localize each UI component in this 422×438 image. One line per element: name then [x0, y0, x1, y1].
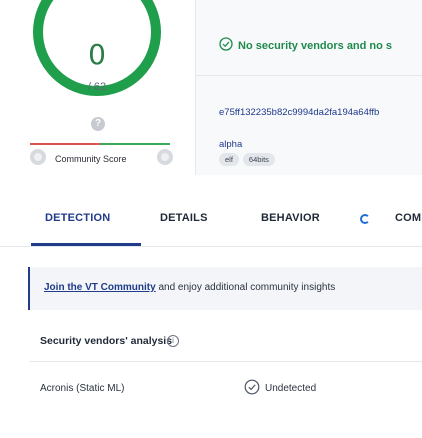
info-icon[interactable]: i [167, 335, 179, 347]
thumbs-up-icon[interactable] [157, 149, 173, 165]
community-banner: Join the VT Community and enjoy addition… [28, 267, 422, 310]
file-tag[interactable]: 64bits [242, 153, 275, 166]
tab-details[interactable]: DETAILS [160, 212, 208, 224]
file-summary-panel: No security vendors and no s e75ff132235… [195, 0, 422, 175]
file-name: alpha [219, 139, 243, 150]
verdict-text: No security vendors and no s [238, 40, 393, 52]
help-icon[interactable]: ? [91, 117, 105, 131]
vendor-name: Acronis (Static ML) [40, 383, 125, 394]
banner-message: Join the VT Community and enjoy addition… [44, 282, 335, 293]
file-tags: elf 64bits [219, 153, 275, 166]
loading-spinner-icon [360, 214, 370, 224]
panel-divider [196, 75, 422, 76]
vendors-section-title: Security vendors' analysis [40, 335, 173, 347]
file-hash[interactable]: e75ff132235b82c9994da2fa194a64ffb [219, 106, 422, 120]
tabs-divider [0, 246, 422, 247]
tab-behavior[interactable]: BEHAVIOR [261, 212, 320, 224]
detection-score-value: 0 [88, 38, 106, 71]
check-circle-icon [219, 37, 233, 51]
tab-community[interactable]: COMM [395, 212, 422, 224]
community-score-bar-negative [30, 143, 100, 145]
banner-text: and enjoy additional community insights [155, 282, 336, 293]
file-tag[interactable]: elf [219, 153, 239, 166]
thumbs-down-icon[interactable] [30, 149, 46, 165]
join-community-link[interactable]: Join the VT Community [44, 282, 156, 293]
check-circle-icon [244, 379, 260, 395]
vendors-divider [30, 361, 422, 362]
community-score-bar-positive [100, 143, 170, 145]
vendor-result: Undetected [265, 383, 317, 394]
detection-score-total: / 62 [87, 81, 107, 93]
community-score-bar [30, 143, 170, 145]
tab-detection[interactable]: DETECTION [45, 212, 110, 224]
community-score-label: Community Score [55, 154, 127, 164]
